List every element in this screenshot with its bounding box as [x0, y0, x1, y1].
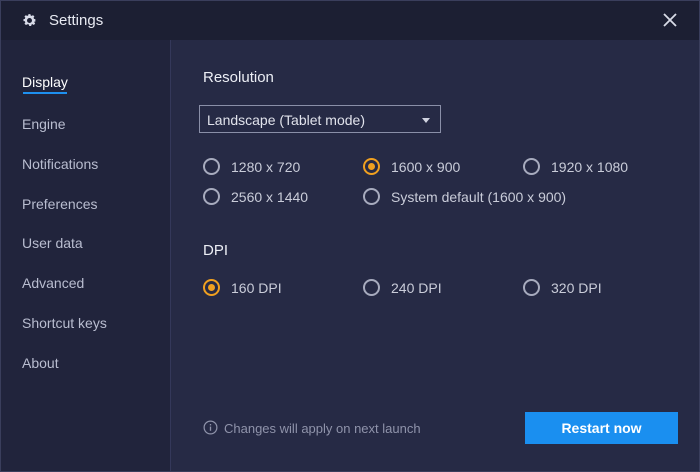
sidebar: Display Engine Notifications Preferences… — [1, 40, 171, 471]
orientation-select-value: Landscape (Tablet mode) — [207, 112, 365, 128]
radio-dpi-320[interactable]: 320 DPI — [523, 278, 643, 298]
restart-now-button[interactable]: Restart now — [525, 412, 678, 444]
radio-dpi-160[interactable]: 160 DPI — [203, 278, 323, 298]
sidebar-item-about[interactable]: About — [22, 355, 59, 371]
radio-dpi-240[interactable]: 240 DPI — [363, 278, 483, 298]
radio-button[interactable] — [363, 158, 380, 175]
sidebar-item-user-data[interactable]: User data — [22, 235, 83, 251]
radio-resolution-1600x900[interactable]: 1600 x 900 — [363, 157, 503, 177]
radio-label: 160 DPI — [231, 280, 282, 296]
radio-label: 1600 x 900 — [391, 159, 461, 175]
sidebar-item-display[interactable]: Display — [22, 74, 68, 90]
radio-label: 1920 x 1080 — [551, 159, 629, 175]
dpi-heading: DPI — [203, 242, 229, 259]
gear-icon — [23, 14, 37, 27]
radio-resolution-system-default[interactable]: System default (1600 x 900) — [363, 187, 593, 207]
radio-button[interactable] — [203, 188, 220, 205]
radio-label: 240 DPI — [391, 280, 442, 296]
radio-label: 2560 x 1440 — [231, 189, 309, 205]
close-icon[interactable] — [661, 11, 679, 29]
sidebar-item-engine[interactable]: Engine — [22, 116, 66, 132]
sidebar-item-notifications[interactable]: Notifications — [22, 156, 98, 172]
display-settings-panel: Resolution Landscape (Tablet mode) 1280 … — [172, 40, 699, 471]
radio-button[interactable] — [203, 279, 220, 296]
active-tab-indicator — [23, 92, 67, 94]
radio-button[interactable] — [363, 279, 380, 296]
radio-resolution-1920x1080[interactable]: 1920 x 1080 — [523, 157, 663, 177]
radio-button[interactable] — [523, 158, 540, 175]
chevron-down-icon — [422, 118, 430, 123]
radio-button[interactable] — [363, 188, 380, 205]
title-bar: Settings — [1, 1, 699, 40]
radio-label: 1280 x 720 — [231, 159, 301, 175]
restart-notice-text: Changes will apply on next launch — [224, 421, 421, 436]
radio-resolution-1280x720[interactable]: 1280 x 720 — [203, 157, 343, 177]
orientation-select[interactable]: Landscape (Tablet mode) — [199, 105, 441, 133]
sidebar-item-preferences[interactable]: Preferences — [22, 196, 97, 212]
info-icon — [203, 420, 218, 435]
radio-resolution-2560x1440[interactable]: 2560 x 1440 — [203, 187, 343, 207]
radio-button[interactable] — [523, 279, 540, 296]
sidebar-item-advanced[interactable]: Advanced — [22, 275, 84, 291]
radio-label: System default (1600 x 900) — [391, 189, 567, 205]
radio-label: 320 DPI — [551, 280, 602, 296]
window-title: Settings — [49, 12, 104, 29]
sidebar-item-shortcut-keys[interactable]: Shortcut keys — [22, 315, 107, 331]
radio-button[interactable] — [203, 158, 220, 175]
resolution-heading: Resolution — [203, 69, 274, 86]
settings-window: Settings Display Engine Notifications Pr… — [0, 0, 700, 472]
